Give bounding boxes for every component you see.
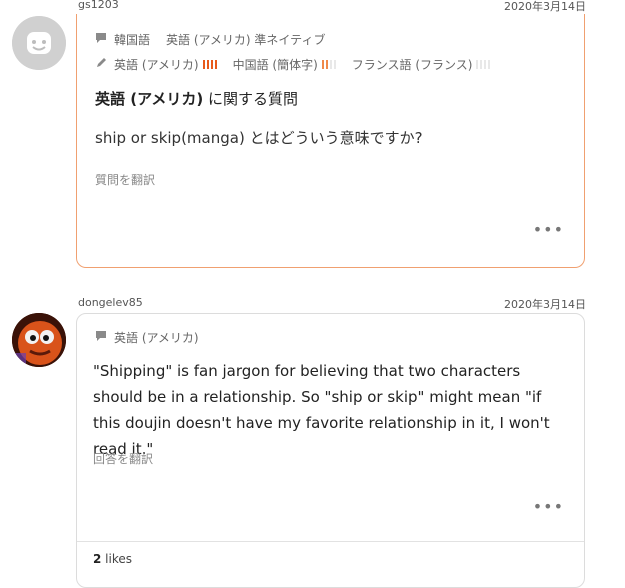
learning-languages-row: 英語 (アメリカ) 中国語 (簡体字) フランス語 (フランス) [95,56,506,73]
speech-bubble-icon [95,330,109,345]
learning-language: 英語 (アメリカ) [114,56,217,73]
question-title-language: 英語 (アメリカ) [95,90,204,108]
likes-count[interactable]: 2 likes [93,552,132,566]
answer-user-name[interactable]: dongelev85 [78,296,143,309]
speech-bubble-icon [95,32,109,47]
learning-language-label: 中国語 (簡体字) [232,58,318,72]
native-language: 英語 (アメリカ) 準ネイティブ [166,33,326,47]
answer-language-row: 英語 (アメリカ) [95,329,199,346]
likes-label: likes [101,552,132,566]
native-languages-row: 韓国語 英語 (アメリカ) 準ネイティブ [95,31,341,48]
learning-language-label: フランス語 (フランス) [351,58,473,72]
more-icon[interactable]: ••• [533,220,564,239]
translate-answer-link[interactable]: 回答を翻訳 [93,450,153,467]
answer-language: 英語 (アメリカ) [114,331,199,345]
question-body: ship or skip(manga) とはどういう意味ですか? [95,129,423,147]
proficiency-bars [476,60,491,69]
proficiency-bars [321,60,336,69]
question-date: 2020年3月14日 [504,0,586,13]
default-avatar-icon[interactable] [12,16,66,70]
learning-language: フランス語 (フランス) [352,56,491,73]
answer-body: "Shipping" is fan jargon for believing t… [93,362,550,458]
translate-question-link[interactable]: 質問を翻訳 [95,171,155,188]
pencil-icon [95,57,109,72]
answer-date: 2020年3月14日 [504,298,586,311]
native-language: 韓国語 [114,33,151,47]
user-avatar-photo[interactable] [12,313,66,367]
answer-card: 英語 (アメリカ) "Shipping" is fan jargon for b… [76,313,585,588]
learning-language-label: 英語 (アメリカ) [114,58,199,72]
question-title: 英語 (アメリカ) に関する質問 [95,88,298,109]
proficiency-bars [202,60,217,69]
divider [77,541,584,542]
learning-language: 中国語 (簡体字) [233,56,336,73]
question-title-suffix: に関する質問 [203,90,298,108]
question-user-name[interactable]: gs1203 [78,0,119,11]
more-icon[interactable]: ••• [533,497,564,516]
question-card: 韓国語 英語 (アメリカ) 準ネイティブ 英語 (アメリカ) 中国語 (簡体字)… [76,14,585,268]
